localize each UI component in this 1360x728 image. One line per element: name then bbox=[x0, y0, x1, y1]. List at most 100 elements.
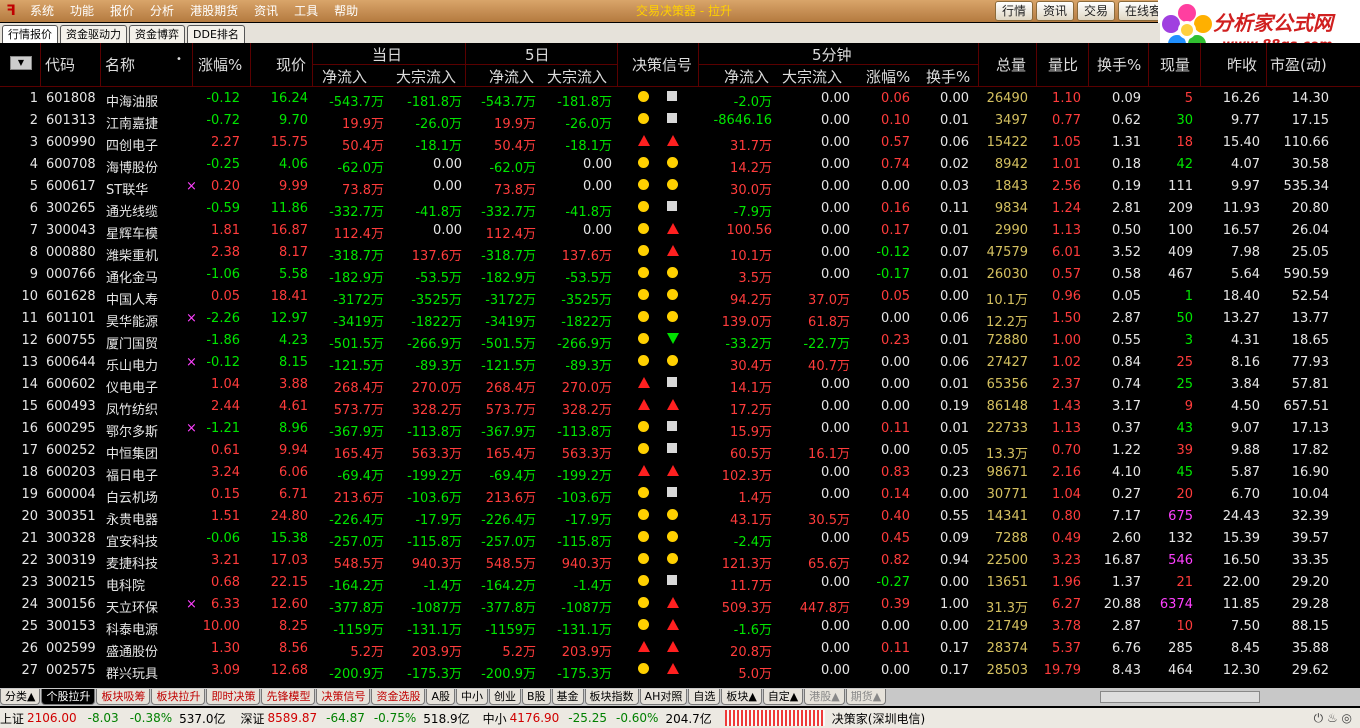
subtab[interactable]: 资金博弈 bbox=[129, 25, 185, 43]
subtab[interactable]: 行情报价 bbox=[2, 25, 58, 43]
bottom-tab[interactable]: 板块拉升 bbox=[151, 689, 206, 705]
table-row[interactable]: 3 600990 四创电子 2.27 15.75 50.4万 -18.1万 50.4万 -18.… bbox=[0, 132, 1360, 154]
bottom-tab[interactable]: AH对照 bbox=[639, 689, 688, 705]
table-row[interactable]: 13 600644 乐山电力 × -0.12 8.15 -121.5万 -89.3万 -121.… bbox=[0, 352, 1360, 374]
col-code[interactable]: 代码 bbox=[45, 54, 75, 75]
table-row[interactable]: 18 600203 福日电子 3.24 6.06 -69.4万 -199.2万 -69.4万 -… bbox=[0, 462, 1360, 484]
table-row[interactable]: 9 000766 通化金马 -1.06 5.58 -182.9万 -53.5万 -182.9万… bbox=[0, 264, 1360, 286]
col-turnover[interactable]: 换手% bbox=[1097, 54, 1141, 75]
table-row[interactable]: 2 601313 江南嘉捷 -0.72 9.70 19.9万 -26.0万 19.9万 -26.… bbox=[0, 110, 1360, 132]
bottom-tab[interactable]: 即时决策 bbox=[206, 689, 261, 705]
subtab[interactable]: 资金驱动力 bbox=[60, 25, 127, 43]
col-prev-close[interactable]: 昨收 bbox=[1227, 54, 1257, 75]
bottom-tab[interactable]: A股 bbox=[426, 689, 455, 705]
bottom-tab[interactable]: 基金 bbox=[551, 689, 584, 705]
table-row[interactable]: 16 600295 鄂尔多斯 × -1.21 8.96 -367.9万 -113.8万 -367… bbox=[0, 418, 1360, 440]
bottom-tab[interactable]: 板块指数 bbox=[584, 689, 639, 705]
table-row[interactable]: 20 300351 永贵电器 1.51 24.80 -226.4万 -17.9万 -226.4… bbox=[0, 506, 1360, 528]
table-row[interactable]: 4 600708 海博股份 -0.25 4.06 -62.0万 0.00 -62.0万 0.00… bbox=[0, 154, 1360, 176]
day-block-in: -113.8万 bbox=[407, 425, 462, 440]
bottom-tab[interactable]: 分类▲ bbox=[0, 689, 41, 705]
5day-net-in: -377.8万 bbox=[481, 601, 536, 616]
col-day-block-in[interactable]: 大宗流入 bbox=[396, 66, 456, 87]
top-tab[interactable]: 交易 bbox=[1077, 1, 1116, 21]
sort-dropdown-icon[interactable]: ▼ bbox=[10, 56, 32, 70]
bottom-tab[interactable]: B股 bbox=[522, 689, 551, 705]
table-row[interactable]: 11 601101 昊华能源 × -2.26 12.97 -3419万 -1822万 -3419… bbox=[0, 308, 1360, 330]
bottom-tab[interactable]: 板块吸筹 bbox=[96, 689, 151, 705]
table-row[interactable]: 12 600755 厦门国贸 -1.86 4.23 -501.5万 -266.9万 -501.… bbox=[0, 330, 1360, 352]
col-name-dot: • bbox=[176, 54, 182, 65]
day-block-in: -89.3万 bbox=[415, 359, 462, 374]
table-row[interactable]: 26 002599 盛通股份 1.30 8.56 5.2万 203.9万 5.2万 203.9万… bbox=[0, 638, 1360, 660]
col-5min-turnover[interactable]: 换手% bbox=[926, 66, 970, 87]
table-row[interactable]: 15 600493 凤竹纺织 2.44 4.61 573.7万 328.2万 573.7万 32… bbox=[0, 396, 1360, 418]
bottom-tab[interactable]: 资金选股 bbox=[371, 689, 426, 705]
table-row[interactable]: 17 600252 中恒集团 0.61 9.94 165.4万 563.3万 165.4万 56… bbox=[0, 440, 1360, 462]
5day-block-in: -3525万 bbox=[561, 293, 612, 308]
menu-item[interactable]: 港股期货 bbox=[182, 0, 246, 22]
5min-change: 0.40 bbox=[881, 509, 910, 524]
bottom-tab[interactable]: 期货▲ bbox=[845, 689, 887, 705]
col-price[interactable]: 现价 bbox=[276, 54, 306, 75]
signal-up-arrow-icon bbox=[667, 135, 679, 146]
table-row[interactable]: 21 300328 宜安科技 -0.06 15.38 -257.0万 -115.8万 -257… bbox=[0, 528, 1360, 550]
col-signal[interactable]: 决策信号 bbox=[632, 54, 692, 75]
col-volume-ratio[interactable]: 量比 bbox=[1048, 54, 1078, 75]
col-name[interactable]: 名称 bbox=[105, 54, 135, 75]
bottom-tab[interactable]: 中小 bbox=[456, 689, 488, 705]
col-day-net-in[interactable]: 净流入 bbox=[322, 66, 367, 87]
volume: 13.3万 bbox=[986, 447, 1028, 462]
bottom-tab[interactable]: 板块▲ bbox=[721, 689, 762, 705]
menu-item[interactable]: 工具 bbox=[286, 0, 326, 22]
horizontal-scrollbar[interactable] bbox=[1100, 691, 1260, 703]
system-tray-icons[interactable]: ⏻ ♨ ◎ bbox=[1314, 711, 1352, 726]
table-row[interactable]: 7 300043 星辉车模 1.81 16.87 112.4万 0.00 112.4万 0.00… bbox=[0, 220, 1360, 242]
price: 18.41 bbox=[270, 289, 308, 304]
col-5day-net-in[interactable]: 净流入 bbox=[489, 66, 534, 87]
table-row[interactable]: 22 300319 麦捷科技 3.21 17.03 548.5万 940.3万 548.5万 9… bbox=[0, 550, 1360, 572]
table-row[interactable]: 6 300265 通光线缆 -0.59 11.86 -332.7万 -41.8万 -332.7… bbox=[0, 198, 1360, 220]
menu-item[interactable]: 帮助 bbox=[326, 0, 366, 22]
pe-ratio: 13.77 bbox=[1291, 311, 1329, 326]
bottom-tab[interactable]: 先锋模型 bbox=[261, 689, 316, 705]
bottom-tab[interactable]: 港股▲ bbox=[804, 689, 845, 705]
table-row[interactable]: 5 600617 ST联华 × 0.20 9.99 73.8万 0.00 73.8万 0.00 30… bbox=[0, 176, 1360, 198]
bottom-tab[interactable]: 自选 bbox=[688, 689, 721, 705]
5day-net-in: 548.5万 bbox=[485, 557, 536, 572]
col-volume[interactable]: 总量 bbox=[996, 54, 1026, 75]
top-tab[interactable]: 行情 bbox=[995, 1, 1034, 21]
menu-item[interactable]: 报价 bbox=[102, 0, 142, 22]
pe-ratio: 30.58 bbox=[1291, 157, 1329, 172]
table-row[interactable]: 14 600602 仪电电子 1.04 3.88 268.4万 270.0万 268.4万 27… bbox=[0, 374, 1360, 396]
table-row[interactable]: 23 300215 电科院 0.68 22.15 -164.2万 -1.4万 -164.2万 -… bbox=[0, 572, 1360, 594]
table-row[interactable]: 10 601628 中国人寿 0.05 18.41 -3172万 -3525万 -3172万 -… bbox=[0, 286, 1360, 308]
menu-item[interactable]: 系统 bbox=[22, 0, 62, 22]
table-row[interactable]: 27 002575 群兴玩具 3.09 12.68 -200.9万 -175.3万 -200.… bbox=[0, 660, 1360, 682]
signal-square-icon bbox=[667, 377, 677, 387]
top-tab[interactable]: 资讯 bbox=[1036, 1, 1075, 21]
col-5min-net-in[interactable]: 净流入 bbox=[724, 66, 769, 87]
table-row[interactable]: 24 300156 天立环保 × 6.33 12.60 -377.8万 -1087万 -377.… bbox=[0, 594, 1360, 616]
table-row[interactable]: 8 000880 潍柴重机 2.38 8.17 -318.7万 137.6万 -318.7万 1… bbox=[0, 242, 1360, 264]
bottom-tab[interactable]: 创业 bbox=[489, 689, 521, 705]
stock-code: 600617 bbox=[46, 179, 96, 194]
col-5day-block-in[interactable]: 大宗流入 bbox=[547, 66, 607, 87]
bottom-tab[interactable]: 自定▲ bbox=[762, 689, 804, 705]
col-pe[interactable]: 市盈(动) bbox=[1270, 54, 1327, 75]
table-row[interactable]: 19 600004 白云机场 0.15 6.71 213.6万 -103.6万 213.6万 -… bbox=[0, 484, 1360, 506]
table-row[interactable]: 1 601808 中海油服 -0.12 16.24 -543.7万 -181.8万 -543.… bbox=[0, 88, 1360, 110]
bottom-tab[interactable]: 决策信号 bbox=[316, 689, 371, 705]
col-5min-change[interactable]: 涨幅% bbox=[866, 66, 910, 87]
table-row[interactable]: 25 300153 科泰电源 10.00 8.25 -1159万 -131.1万 -1159万… bbox=[0, 616, 1360, 638]
menu-item[interactable]: 资讯 bbox=[246, 0, 286, 22]
prev-close: 4.31 bbox=[1231, 333, 1260, 348]
menu-item[interactable]: 功能 bbox=[62, 0, 102, 22]
col-current-volume[interactable]: 现量 bbox=[1160, 54, 1190, 75]
bottom-tab[interactable]: 个股拉升 bbox=[41, 689, 96, 705]
subtab[interactable]: DDE排名 bbox=[187, 25, 245, 43]
col-change-pct[interactable]: 涨幅% bbox=[198, 54, 242, 75]
col-5min-block-in[interactable]: 大宗流入 bbox=[782, 66, 842, 87]
menu-item[interactable]: 分析 bbox=[142, 0, 182, 22]
row-number: 25 bbox=[21, 619, 38, 634]
